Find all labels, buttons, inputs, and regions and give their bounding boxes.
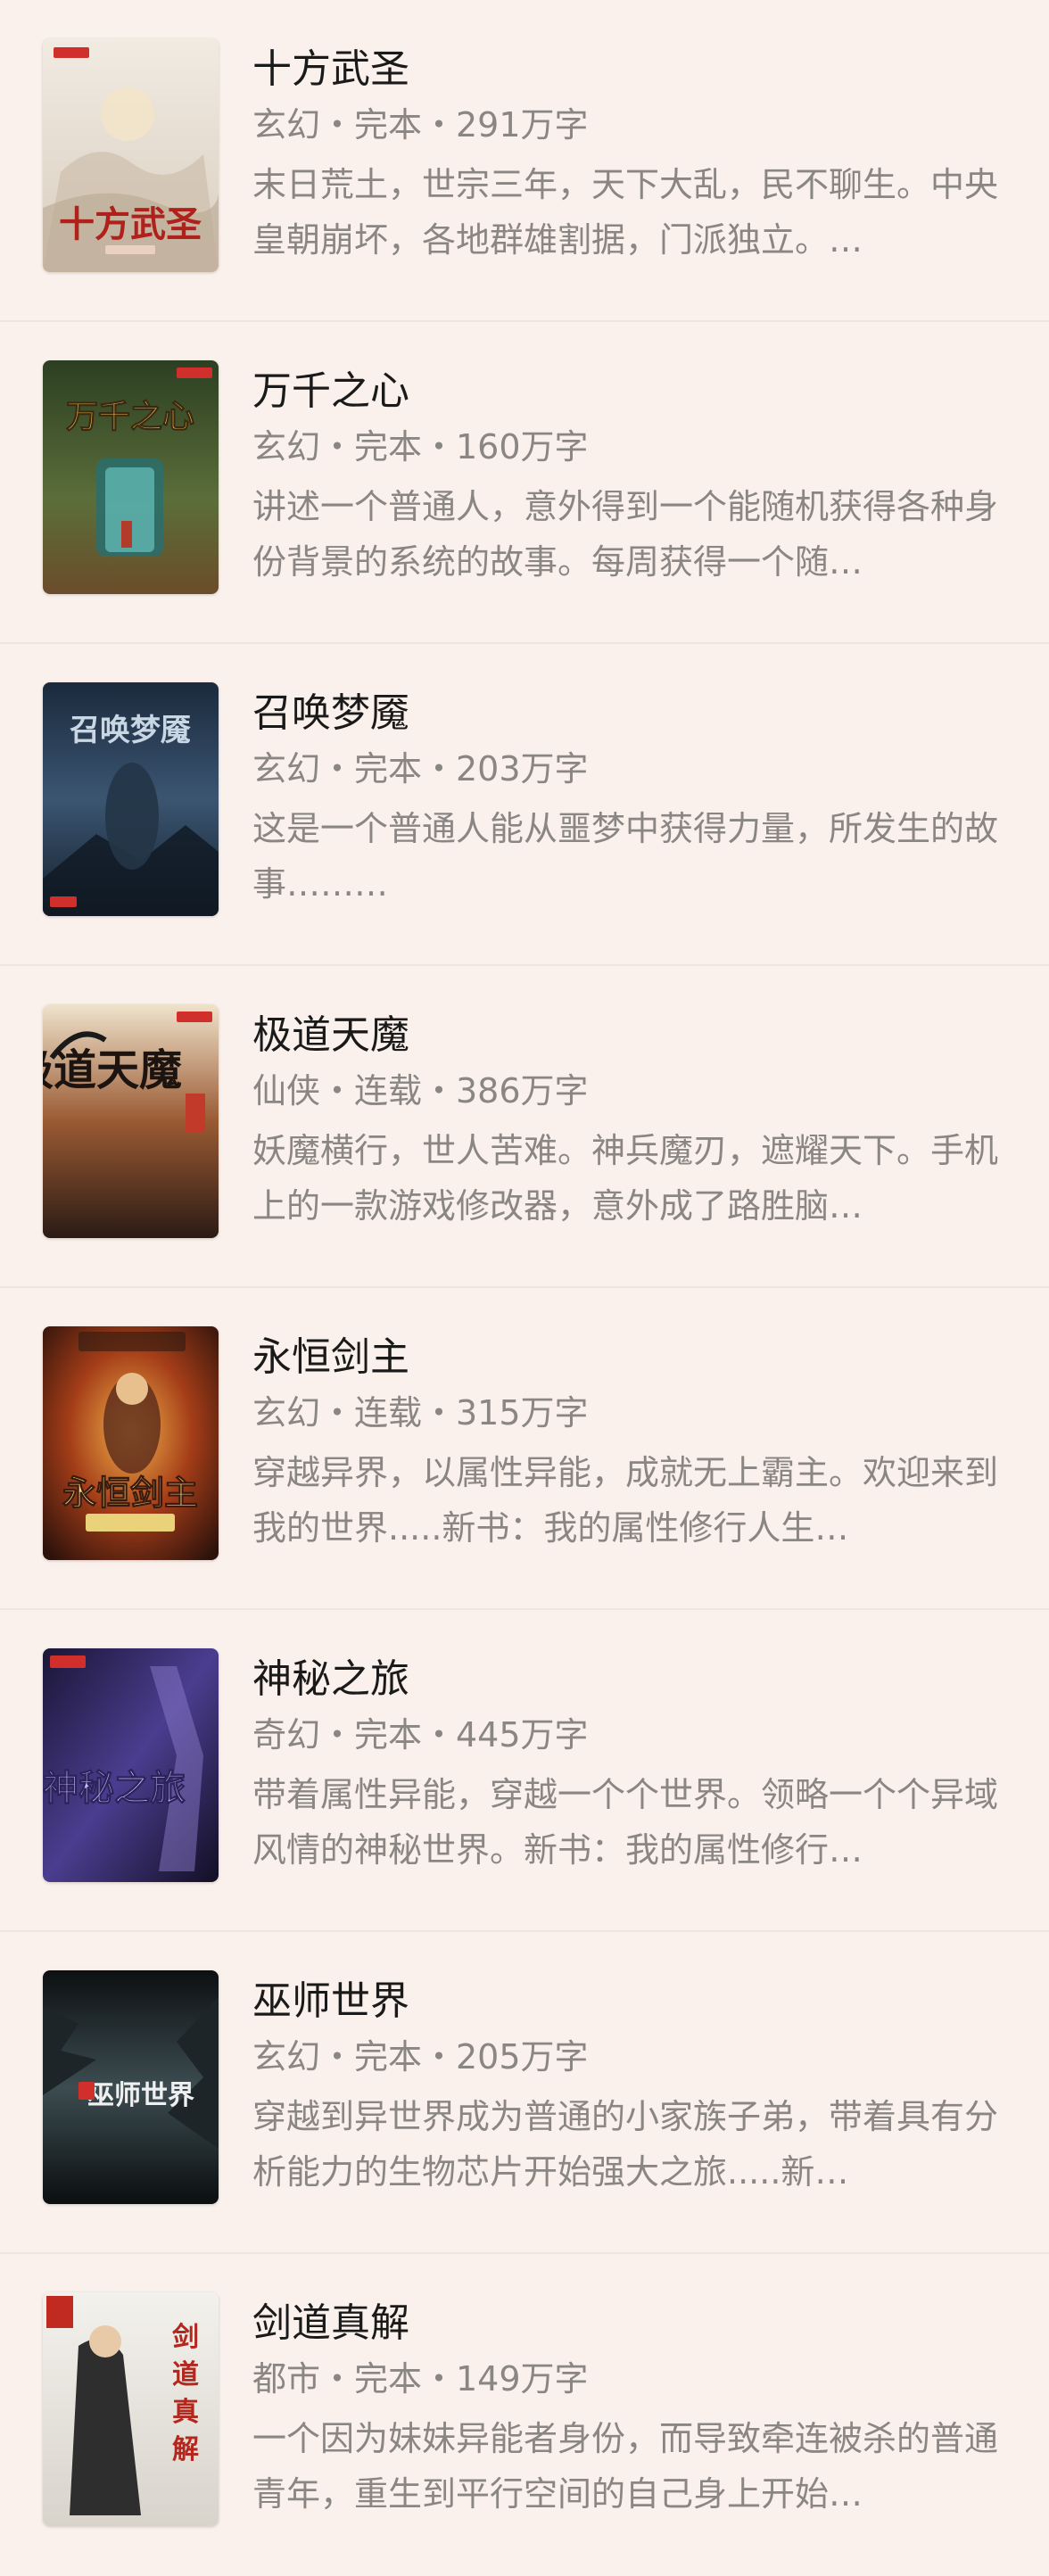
- book-title[interactable]: 永恒剑主: [252, 1333, 1006, 1383]
- cover-title-text: 巫师世界: [87, 2080, 194, 2111]
- cover-title-text: 永恒剑主: [62, 1473, 198, 1513]
- book-item[interactable]: 永恒剑主 永恒剑主 玄幻・连载・315万字 穿越异界，以属性异能，成就无上霸主。…: [0, 1288, 1049, 1610]
- book-item[interactable]: 剑道真解 剑道真解 都市・完本・149万字 一个因为妹妹异能者身份，而导致牵连被…: [0, 2254, 1049, 2576]
- book-meta: 玄幻・完本・205万字: [252, 2037, 589, 2076]
- book-title[interactable]: 神秘之旅: [252, 1655, 1006, 1705]
- book-meta: 玄幻・完本・203万字: [252, 749, 589, 788]
- book-meta: 奇幻・完本・445万字: [252, 1715, 589, 1754]
- book-item[interactable]: 神秘之旅 神秘之旅 奇幻・完本・445万字 带着属性异能，穿越一个个世界。领略一…: [0, 1610, 1049, 1932]
- cover-title-text: 万千之心: [66, 398, 194, 435]
- book-title[interactable]: 巫师世界: [252, 1977, 1006, 2027]
- book-description: 妖魔横行，世人苦难。神兵魔刃，遮耀天下。手机上的一款游戏修改器，意外成了路胜脑…: [252, 1131, 999, 1226]
- book-item[interactable]: 十方武圣 十方武圣 玄幻・完本・291万字 末日荒土，世宗三年，天下大乱，民不聊…: [0, 0, 1049, 322]
- book-meta: 玄幻・完本・160万字: [252, 427, 589, 466]
- book-cover: 召唤梦魇: [43, 682, 219, 916]
- book-cover: 十方武圣: [43, 38, 219, 272]
- book-description: 末日荒土，世宗三年，天下大乱，民不聊生。中央皇朝崩坏，各地群雄割据，门派独立。…: [252, 165, 999, 260]
- book-cover: 剑道真解: [43, 2292, 219, 2526]
- book-cover: 神秘之旅: [43, 1648, 219, 1882]
- book-title[interactable]: 极道天魔: [252, 1011, 1006, 1061]
- book-title[interactable]: 万千之心: [252, 367, 1006, 417]
- book-cover: 巫师世界: [43, 1970, 219, 2204]
- book-item[interactable]: 召唤梦魇 召唤梦魇 玄幻・完本・203万字 这是一个普通人能从噩梦中获得力量，所…: [0, 644, 1049, 966]
- book-title[interactable]: 十方武圣: [252, 45, 1006, 95]
- book-description: 穿越到异世界成为普通的小家族子弟，带着具有分析能力的生物芯片开始强大之旅....…: [252, 2097, 999, 2192]
- cover-title-text: 极道天魔: [43, 1045, 182, 1095]
- book-description: 一个因为妹妹异能者身份，而导致牵连被杀的普通青年，重生到平行空间的自己身上开始…: [252, 2419, 999, 2514]
- book-meta: 玄幻・连载・315万字: [252, 1393, 589, 1432]
- book-cover: 万千之心: [43, 360, 219, 594]
- book-description: 带着属性异能，穿越一个个世界。领略一个个异域风情的神秘世界。新书：我的属性修行…: [252, 1775, 999, 1870]
- cover-title-text: 神秘之旅: [43, 1767, 186, 1809]
- book-item[interactable]: 巫师世界 巫师世界 玄幻・完本・205万字 穿越到异世界成为普通的小家族子弟，带…: [0, 1932, 1049, 2254]
- book-cover: 永恒剑主: [43, 1326, 219, 1560]
- cover-title-text: 十方武圣: [59, 203, 202, 245]
- book-title[interactable]: 召唤梦魇: [252, 689, 1006, 739]
- book-cover: 极道天魔: [43, 1004, 219, 1238]
- book-item[interactable]: 极道天魔 极道天魔 仙侠・连载・386万字 妖魔横行，世人苦难。神兵魔刃，遮耀天…: [0, 966, 1049, 1288]
- book-item[interactable]: 万千之心 万千之心 玄幻・完本・160万字 讲述一个普通人，意外得到一个能随机获…: [0, 322, 1049, 644]
- book-meta: 玄幻・完本・291万字: [252, 105, 589, 144]
- book-meta: 都市・完本・149万字: [252, 2359, 589, 2398]
- book-description: 讲述一个普通人，意外得到一个能随机获得各种身份背景的系统的故事。每周获得一个随…: [252, 487, 999, 582]
- cover-title-text: 召唤梦魇: [70, 713, 191, 748]
- book-list: 十方武圣 十方武圣 玄幻・完本・291万字 末日荒土，世宗三年，天下大乱，民不聊…: [0, 0, 1049, 2576]
- book-title[interactable]: 剑道真解: [252, 2299, 1006, 2349]
- book-meta: 仙侠・连载・386万字: [252, 1071, 589, 1110]
- book-description: 这是一个普通人能从噩梦中获得力量，所发生的故事………: [252, 809, 999, 904]
- book-description: 穿越异界，以属性异能，成就无上霸主。欢迎来到我的世界.....新书：我的属性修行…: [252, 1453, 999, 1548]
